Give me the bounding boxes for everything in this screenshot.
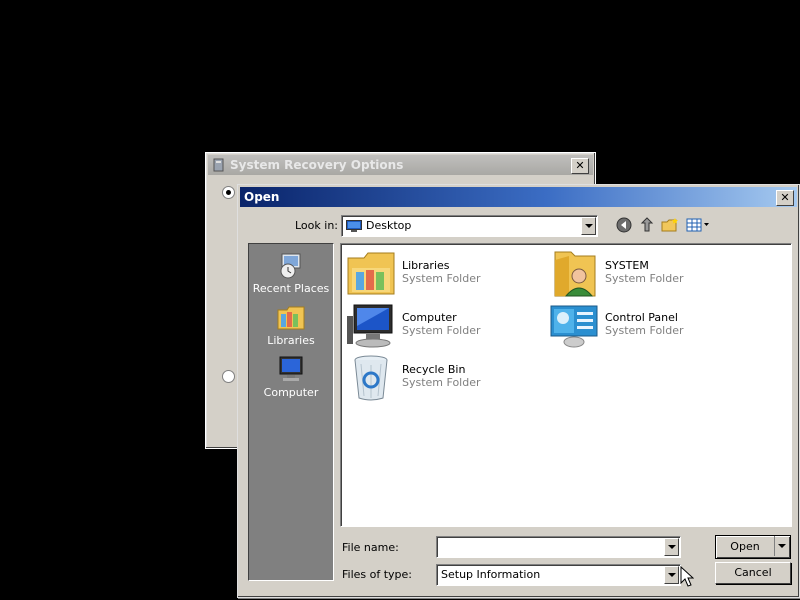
file-name-label: File name: (342, 541, 399, 554)
item-type: System Folder (605, 272, 684, 285)
chevron-down-icon[interactable] (774, 536, 790, 556)
item-type: System Folder (402, 324, 481, 337)
chevron-down-icon[interactable] (664, 538, 679, 556)
view-menu-icon[interactable] (685, 215, 711, 235)
places-item-libraries[interactable]: Libraries (249, 302, 333, 347)
title-bar[interactable]: Open ✕ (240, 187, 797, 207)
new-folder-icon[interactable] (660, 215, 680, 235)
item-type: System Folder (402, 376, 481, 389)
desktop-icon (346, 220, 362, 232)
mouse-cursor-icon (680, 566, 694, 587)
list-item[interactable]: Computer System Folder (346, 302, 536, 350)
item-type: System Folder (605, 324, 684, 337)
places-label: Computer (263, 386, 319, 399)
item-name: Recycle Bin (402, 363, 466, 376)
item-name: SYSTEM (605, 259, 649, 272)
look-in-dropdown[interactable]: Desktop (341, 215, 598, 237)
cancel-button[interactable]: Cancel (715, 562, 791, 584)
dialog-title: Open (244, 190, 280, 204)
open-dialog: Open ✕ Look in: Desktop Recent Places Li… (237, 184, 800, 598)
item-type: System Folder (402, 272, 481, 285)
open-button[interactable]: Open (715, 535, 791, 559)
close-button[interactable]: ✕ (571, 158, 589, 174)
chevron-down-icon[interactable] (664, 566, 679, 584)
files-of-type-label: Files of type: (342, 568, 413, 581)
item-name: Control Panel (605, 311, 678, 324)
list-item[interactable]: SYSTEM System Folder (549, 250, 739, 298)
places-label: Recent Places (252, 282, 330, 295)
file-name-field[interactable] (436, 536, 681, 558)
item-name: Computer (402, 311, 457, 324)
list-item[interactable]: Libraries System Folder (346, 250, 536, 298)
places-label: Libraries (267, 334, 315, 347)
back-icon[interactable] (614, 215, 634, 235)
file-list-view: Libraries System Folder SYSTEM System Fo… (340, 243, 792, 527)
look-in-label: Look in: (295, 219, 338, 232)
up-folder-icon[interactable] (637, 215, 657, 235)
radio-option-1[interactable] (222, 186, 235, 199)
title-bar[interactable]: System Recovery Options ✕ (208, 155, 593, 175)
radio-option-2[interactable] (222, 370, 235, 383)
recovery-icon (213, 158, 224, 172)
control-panel-icon (550, 305, 598, 348)
files-of-type-dropdown[interactable]: Setup Information (436, 564, 681, 586)
chevron-down-icon[interactable] (581, 217, 596, 235)
places-item-recent-places[interactable]: Recent Places (249, 250, 333, 295)
places-item-computer[interactable]: Computer (249, 354, 333, 399)
files-of-type-value: Setup Information (441, 568, 541, 581)
window-title: System Recovery Options (230, 158, 404, 172)
item-name: Libraries (402, 259, 450, 272)
recycle-bin-icon (354, 355, 388, 401)
list-item[interactable]: Control Panel System Folder (549, 302, 739, 350)
computer-icon (347, 304, 393, 348)
look-in-value: Desktop (366, 219, 412, 232)
recent-places-icon (280, 253, 301, 279)
list-item[interactable]: Recycle Bin System Folder (346, 354, 536, 402)
user-folder-icon (554, 251, 596, 297)
computer-icon (279, 356, 303, 381)
close-button[interactable]: ✕ (776, 190, 794, 206)
open-button-label: Open (730, 540, 760, 553)
libraries-icon (277, 306, 305, 330)
places-bar: Recent Places Libraries Computer (248, 243, 334, 581)
libraries-icon (347, 252, 395, 295)
